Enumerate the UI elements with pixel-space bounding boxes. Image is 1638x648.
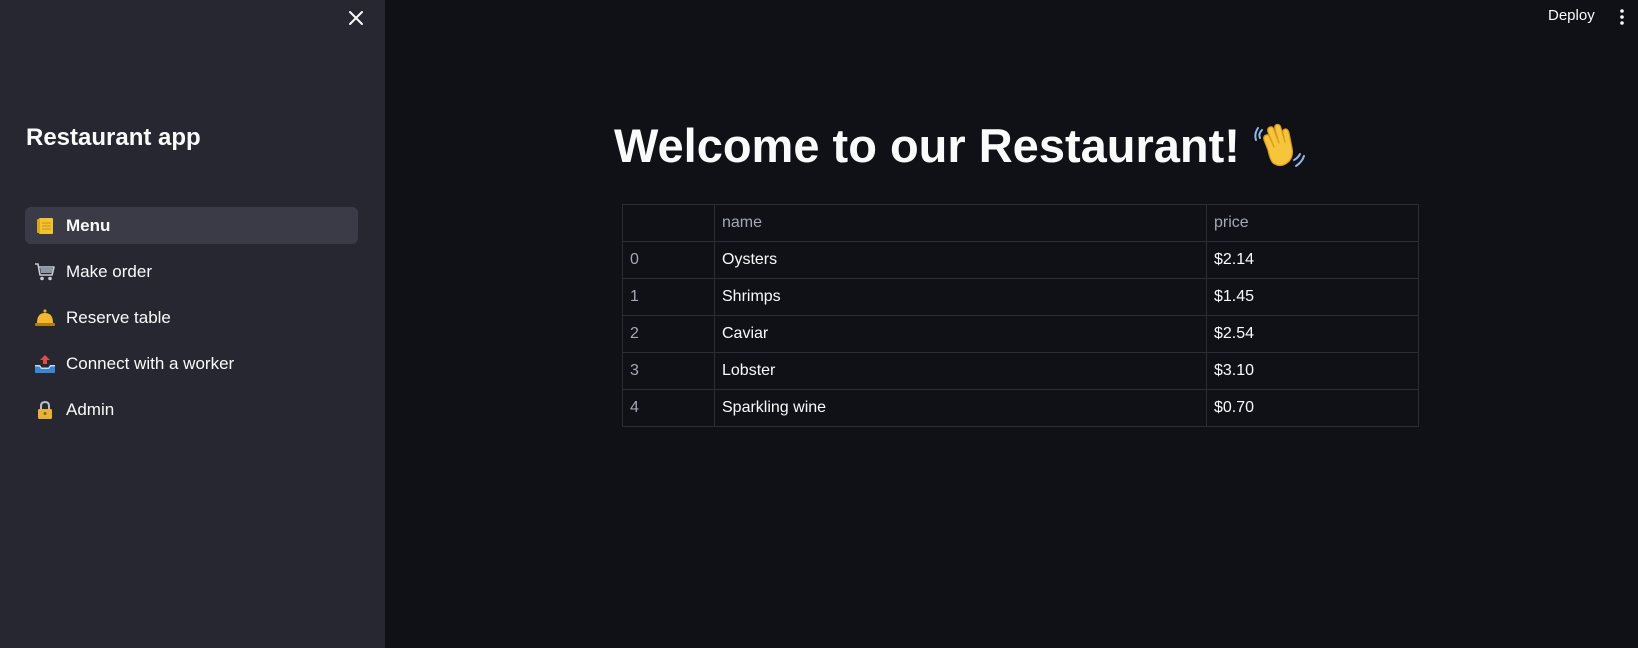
main-menu-button[interactable] <box>1618 8 1626 26</box>
sidebar-item-label: Menu <box>66 215 111 235</box>
cart-icon <box>34 261 56 283</box>
table-row: 0 Oysters $2.14 <box>622 241 1419 279</box>
item-price[interactable]: $3.10 <box>1206 352 1419 390</box>
page-title-text: Welcome to our Restaurant! <box>614 119 1240 172</box>
item-name[interactable]: Oysters <box>714 241 1207 279</box>
menu-table: name price 0 Oysters $2.14 1 Shrimps $1.… <box>622 204 1419 427</box>
lock-icon <box>34 399 56 421</box>
sidebar-item-label: Reserve table <box>66 307 171 327</box>
page-title: Welcome to our Restaurant! <box>614 118 1306 173</box>
item-name[interactable]: Caviar <box>714 315 1207 353</box>
sidebar-item-reserve-table[interactable]: Reserve table <box>25 299 358 336</box>
item-price[interactable]: $2.14 <box>1206 241 1419 279</box>
kebab-menu-icon <box>1620 9 1624 25</box>
deploy-button[interactable]: Deploy <box>1548 7 1595 24</box>
app-root: Restaurant app Menu Make order Reserve t… <box>0 0 1638 648</box>
item-price[interactable]: $0.70 <box>1206 389 1419 427</box>
item-name[interactable]: Shrimps <box>714 278 1207 316</box>
index-column-header[interactable] <box>622 204 715 242</box>
sidebar-item-label: Make order <box>66 261 152 281</box>
sidebar-title: Restaurant app <box>26 124 201 151</box>
table-row: 3 Lobster $3.10 <box>622 352 1419 390</box>
price-column-header[interactable]: price <box>1206 204 1419 242</box>
bell-icon <box>34 307 56 329</box>
sidebar-item-connect-worker[interactable]: Connect with a worker <box>25 345 358 382</box>
sidebar-item-label: Admin <box>66 399 115 419</box>
item-name[interactable]: Lobster <box>714 352 1207 390</box>
notepad-icon <box>34 215 56 237</box>
table-header-row: name price <box>622 204 1419 242</box>
row-index[interactable]: 0 <box>622 241 715 279</box>
item-price[interactable]: $2.54 <box>1206 315 1419 353</box>
item-name[interactable]: Sparkling wine <box>714 389 1207 427</box>
sidebar-nav: Menu Make order Reserve table Connect wi… <box>25 207 358 437</box>
row-index[interactable]: 4 <box>622 389 715 427</box>
item-price[interactable]: $1.45 <box>1206 278 1419 316</box>
sidebar-item-make-order[interactable]: Make order <box>25 253 358 290</box>
sidebar-item-label: Connect with a worker <box>66 353 235 373</box>
table-row: 2 Caviar $2.54 <box>622 315 1419 353</box>
table-row: 4 Sparkling wine $0.70 <box>622 389 1419 427</box>
sidebar-item-menu[interactable]: Menu <box>25 207 358 244</box>
close-sidebar-button[interactable] <box>344 6 368 30</box>
close-icon <box>349 11 363 25</box>
table-row: 1 Shrimps $1.45 <box>622 278 1419 316</box>
row-index[interactable]: 1 <box>622 278 715 316</box>
menu-table-container: name price 0 Oysters $2.14 1 Shrimps $1.… <box>622 204 1419 427</box>
sidebar: Restaurant app Menu Make order Reserve t… <box>0 0 385 648</box>
outbox-tray-icon <box>34 353 56 375</box>
sidebar-item-admin[interactable]: Admin <box>25 391 358 428</box>
row-index[interactable]: 3 <box>622 352 715 390</box>
row-index[interactable]: 2 <box>622 315 715 353</box>
name-column-header[interactable]: name <box>714 204 1207 242</box>
waving-hand-icon <box>1254 120 1306 172</box>
